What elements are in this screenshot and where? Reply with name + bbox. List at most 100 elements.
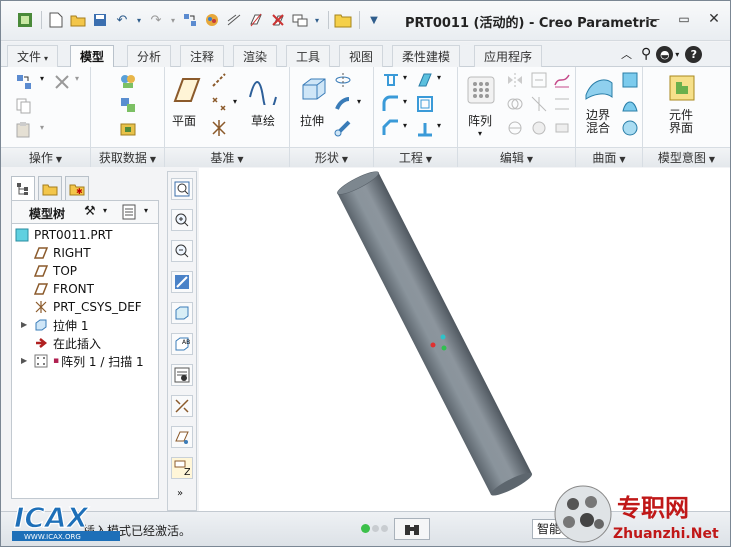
tree-item-csys[interactable]: PRT_CSYS_DEF — [34, 298, 142, 316]
boundary-blend-button-label[interactable]: 边界 混合 — [586, 109, 610, 135]
tree-item-front[interactable]: FRONT — [34, 280, 94, 298]
thicken-icon[interactable] — [553, 119, 571, 137]
hole-icon[interactable] — [382, 71, 400, 89]
trim-icon[interactable] — [530, 95, 548, 113]
group-edit-label[interactable]: 编辑 ▼ — [458, 147, 575, 167]
delete-icon[interactable] — [53, 73, 71, 91]
rib-icon[interactable] — [416, 119, 434, 137]
tree-item-root[interactable]: PRT0011.PRT — [15, 226, 112, 244]
collapse-ribbon-icon[interactable]: ︿ — [621, 46, 632, 62]
redo-dropdown-icon[interactable]: ▾ — [168, 10, 178, 30]
tree-item-extrude[interactable]: 拉伸 1 — [34, 316, 88, 334]
sweep-dropdown-icon[interactable]: ▾ — [357, 97, 361, 106]
favorites-tab-icon[interactable]: ✱ — [65, 176, 89, 200]
tree-item-insert-here[interactable]: 在此插入 — [34, 334, 101, 352]
regenerate-icon[interactable] — [15, 73, 33, 91]
group-surfaces-label[interactable]: 曲面 ▼ — [576, 147, 642, 167]
sketch-icon[interactable] — [248, 75, 278, 105]
intersect-icon[interactable] — [506, 119, 524, 137]
graphics-area[interactable] — [199, 168, 730, 511]
extend-icon[interactable] — [530, 71, 548, 89]
freestyle-icon[interactable] — [621, 119, 639, 137]
community-icon[interactable]: ◓ — [656, 45, 674, 63]
user-defined-feature-icon[interactable] — [119, 72, 137, 90]
delete-dropdown-icon[interactable]: ▾ — [75, 74, 79, 83]
app-logo-icon[interactable] — [15, 10, 35, 30]
open-folder-icon[interactable] — [333, 10, 353, 30]
regenerate-icon[interactable] — [180, 10, 200, 30]
datum-point-dropdown-icon[interactable]: ▾ — [233, 97, 237, 106]
saved-orientations-icon[interactable]: AB — [171, 333, 193, 355]
help-icon[interactable]: ? — [685, 45, 703, 63]
paste-icon[interactable] — [15, 121, 33, 139]
component-interface-icon[interactable] — [667, 73, 697, 103]
tab-applications[interactable]: 应用程序 — [474, 45, 543, 67]
new-file-icon[interactable] — [46, 10, 66, 30]
undo-icon[interactable]: ↶ — [112, 10, 132, 30]
tab-view[interactable]: 视图 — [339, 45, 384, 67]
fill-surface-icon[interactable] — [621, 71, 639, 89]
tab-annotate[interactable]: 注释 — [180, 45, 225, 67]
boundary-blend-icon[interactable] — [584, 73, 614, 103]
sweep-icon[interactable] — [334, 95, 352, 113]
group-get-data-label[interactable]: 获取数据 ▼ — [91, 147, 164, 167]
display-style-icon[interactable] — [171, 302, 193, 324]
rib-dropdown-icon[interactable]: ▾ — [437, 121, 441, 130]
tree-settings-dropdown-icon[interactable]: ▾ — [103, 206, 107, 215]
zoom-out-icon[interactable] — [171, 240, 193, 262]
cylinder-body[interactable] — [335, 168, 534, 499]
save-icon[interactable] — [90, 10, 110, 30]
refit-icon[interactable] — [171, 178, 193, 200]
datum-plane-icon[interactable] — [171, 75, 201, 105]
show-dropdown-icon[interactable]: ▾ — [144, 206, 148, 215]
tab-tools[interactable]: 工具 — [286, 45, 331, 67]
revolve-icon[interactable] — [334, 71, 352, 89]
copy-icon[interactable] — [15, 97, 33, 115]
annotation-display-icon[interactable]: Z — [171, 457, 193, 479]
group-engineering-label[interactable]: 工程 ▼ — [374, 147, 457, 167]
group-shapes-label[interactable]: 形状 ▼ — [290, 147, 373, 167]
chamfer-icon[interactable] — [382, 119, 400, 137]
folder-browser-tab-icon[interactable] — [38, 176, 62, 200]
datum-point-icon[interactable] — [210, 95, 228, 113]
find-binoculars-icon[interactable] — [394, 518, 430, 540]
datum-axis-icon[interactable] — [210, 71, 228, 89]
search-icon[interactable]: ⚲ — [641, 46, 651, 62]
model-view[interactable] — [199, 168, 730, 511]
pattern-button-label[interactable]: 阵列 — [468, 112, 492, 129]
round-dropdown-icon[interactable]: ▾ — [403, 97, 407, 106]
close-icon[interactable]: ✕ — [703, 9, 725, 29]
community-dropdown-icon[interactable]: ▾ — [675, 50, 679, 59]
maximize-icon[interactable]: ▭ — [673, 9, 695, 29]
swept-blend-icon[interactable] — [334, 119, 352, 137]
close-window-icon[interactable] — [268, 10, 288, 30]
tab-analysis[interactable]: 分析 — [127, 45, 172, 67]
tab-file[interactable]: 文件 ▾ — [7, 45, 59, 67]
shell-icon[interactable] — [416, 95, 434, 113]
copy-geometry-icon[interactable] — [119, 96, 137, 114]
datum-display-icon[interactable] — [224, 10, 244, 30]
color-appearance-icon[interactable] — [202, 10, 222, 30]
shrinkwrap-icon[interactable] — [119, 120, 137, 138]
undo-dropdown-icon[interactable]: ▾ — [134, 10, 144, 30]
open-file-icon[interactable] — [68, 10, 88, 30]
expand-pattern-icon[interactable]: ▶ — [21, 356, 27, 365]
more-tools-icon[interactable]: » — [177, 488, 183, 499]
hole-dropdown-icon[interactable]: ▾ — [403, 73, 407, 82]
solidify-icon[interactable] — [530, 119, 548, 137]
pattern-dropdown-icon[interactable]: ▾ — [478, 129, 482, 138]
datum-display-filters-icon[interactable] — [171, 395, 193, 417]
group-model-intent-label[interactable]: 模型意图 ▼ — [643, 147, 730, 167]
style-surface-icon[interactable] — [621, 95, 639, 113]
expand-extrude-icon[interactable]: ▶ — [21, 320, 27, 329]
project-icon[interactable] — [553, 71, 571, 89]
show-columns-icon[interactable] — [122, 204, 136, 223]
tree-item-top[interactable]: TOP — [34, 262, 77, 280]
customize-toolbar-icon[interactable]: ▼ — [364, 10, 384, 30]
tab-model[interactable]: 模型 — [70, 45, 115, 68]
extrude-icon[interactable] — [298, 75, 328, 105]
mirror-icon[interactable] — [506, 71, 524, 89]
component-interface-button-label[interactable]: 元件 界面 — [669, 109, 693, 135]
regenerate-dropdown-icon[interactable]: ▾ — [40, 74, 44, 83]
coordinate-system-icon[interactable] — [210, 119, 228, 137]
